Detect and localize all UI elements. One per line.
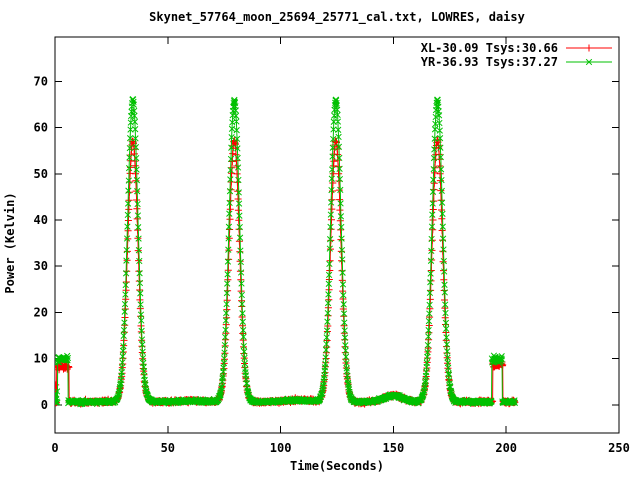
- plot-border: [55, 37, 619, 433]
- y-tick-label: 70: [34, 74, 48, 88]
- y-tick-label: 60: [34, 121, 48, 135]
- chart-title: Skynet_57764_moon_25694_25771_cal.txt, L…: [149, 10, 525, 25]
- legend-sample-1: [566, 59, 612, 65]
- y-tick-label: 10: [34, 352, 48, 366]
- x-tick-label: 100: [270, 441, 292, 455]
- x-tick-label: 150: [383, 441, 405, 455]
- x-tick-label: 50: [161, 441, 175, 455]
- y-tick-label: 30: [34, 259, 48, 273]
- legend-entry-yr: YR-36.93 Tsys:37.27: [421, 55, 558, 69]
- y-axis-label: Power (Kelvin): [3, 192, 17, 293]
- chart-generated-content: 0 50 100 150 200 250 0 10 20 30 40 50 60 70: [34, 37, 630, 455]
- x-tick-label: 0: [51, 441, 58, 455]
- axis-ticks: [55, 37, 619, 433]
- chart-canvas: Skynet_57764_moon_25694_25771_cal.txt, L…: [0, 0, 640, 480]
- y-tick-label: 20: [34, 305, 48, 319]
- legend-entry-xl: XL-30.09 Tsys:30.66: [421, 41, 558, 55]
- x-tick-label: 250: [608, 441, 630, 455]
- y-tick-label: 50: [34, 167, 48, 181]
- gnuplot-window: Skynet_57764_moon_25694_25771_cal.txt, L…: [0, 0, 640, 480]
- y-tick-label: 40: [34, 213, 48, 227]
- legend-sample-0: [566, 45, 612, 52]
- x-axis-label: Time(Seconds): [290, 459, 384, 473]
- x-tick-label: 200: [495, 441, 517, 455]
- y-tick-label: 0: [41, 398, 48, 412]
